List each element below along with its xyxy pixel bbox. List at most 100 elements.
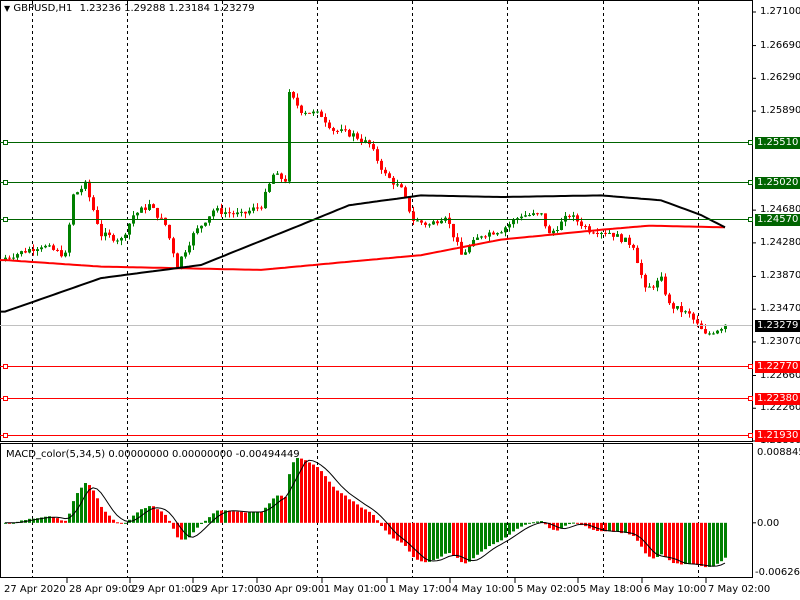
macd-bar (296, 458, 299, 523)
macd-bar (400, 522, 403, 543)
y-tick-label: 1.26290 (760, 72, 800, 84)
bear-candle (640, 263, 643, 275)
macd-bar (108, 515, 111, 523)
macd-bar (100, 506, 103, 523)
x-tick-label: 29 Apr 01:00 (132, 584, 198, 595)
bull-candle (540, 213, 543, 215)
bull-candle (600, 232, 603, 235)
macd-bar (416, 522, 419, 560)
macd-bar (360, 507, 363, 523)
macd-bar (656, 522, 659, 557)
bull-candle (44, 245, 47, 248)
bull-candle (648, 286, 651, 288)
macd-bar (608, 522, 611, 532)
bear-candle (696, 319, 699, 324)
bear-candle (96, 210, 99, 224)
macd-bar (368, 511, 371, 523)
bull-candle (512, 219, 515, 225)
bear-candle (88, 181, 91, 198)
macd-bar (272, 498, 275, 523)
bull-candle (440, 220, 443, 224)
bull-candle (364, 140, 367, 142)
bull-candle (268, 183, 271, 192)
bear-candle (620, 234, 623, 242)
bull-candle (288, 92, 291, 182)
bear-candle (292, 92, 295, 98)
bull-candle (40, 247, 43, 250)
macd-bar (708, 522, 711, 567)
macd-bar (52, 517, 55, 523)
bear-candle (112, 235, 115, 241)
bull-candle (200, 225, 203, 229)
macd-bar (60, 520, 63, 523)
macd-bar (332, 486, 335, 523)
macd-bar (320, 471, 323, 523)
line-anchor-handle (748, 140, 753, 145)
bear-candle (152, 204, 155, 208)
bull-candle (188, 245, 191, 253)
macd-bar (160, 511, 163, 523)
bear-candle (160, 217, 163, 219)
bear-candle (604, 232, 607, 234)
line-anchor-handle (748, 217, 753, 222)
macd-bar (112, 519, 115, 523)
bear-candle (636, 247, 639, 264)
y-tick-label: 1.24280 (760, 236, 800, 248)
bear-candle (60, 250, 63, 257)
ohlc-values: 1.23236 1.29288 1.23184 1.23279 (79, 3, 255, 14)
bull-candle (616, 234, 619, 237)
bear-candle (680, 306, 683, 313)
macd-bar (248, 512, 251, 523)
collapse-arrow-icon[interactable]: ▼ (4, 4, 10, 13)
macd-bar (424, 522, 427, 563)
bull-candle (192, 233, 195, 246)
macd-bar (636, 522, 639, 541)
current-price-tag: 1.23279 (755, 319, 800, 332)
bear-candle (108, 232, 111, 236)
bear-candle (580, 221, 583, 227)
macd-bar (500, 522, 503, 541)
bull-candle (496, 233, 499, 235)
macd-bar (164, 514, 167, 523)
macd-bar (328, 481, 331, 523)
bear-candle (448, 217, 451, 224)
bear-candle (400, 184, 403, 188)
bear-candle (56, 249, 59, 251)
macd-bar (432, 522, 435, 561)
macd-bar (672, 522, 675, 564)
bull-candle (72, 194, 75, 225)
bear-candle (692, 313, 695, 320)
bull-candle (116, 240, 119, 242)
bear-candle (244, 211, 247, 214)
bull-candle (80, 188, 83, 193)
bear-candle (164, 217, 167, 225)
macd-bar (568, 522, 571, 525)
y-tick-label: 1.25890 (760, 105, 800, 117)
bull-candle (508, 224, 511, 228)
macd-bar (356, 504, 359, 523)
macd-bar (468, 522, 471, 562)
macd-bar (172, 522, 175, 529)
ma-fast-line (0, 194, 726, 313)
bear-candle (280, 173, 283, 179)
bear-candle (612, 232, 615, 237)
macd-bar (596, 522, 599, 531)
macd-bar (396, 522, 399, 541)
macd-bar (412, 522, 415, 558)
bear-candle (392, 177, 395, 185)
macd-bar (492, 522, 495, 545)
chart-header: ▼ GBPUSD,H1 1.23236 1.29288 1.23184 1.23… (4, 3, 255, 15)
macd-bar (156, 509, 159, 523)
bear-candle (424, 222, 427, 225)
bear-candle (436, 221, 439, 224)
bear-candle (664, 276, 667, 295)
bear-candle (668, 294, 671, 304)
x-tick-label: 1 May 01:00 (324, 584, 387, 595)
bull-candle (352, 133, 355, 137)
macd-bar (696, 522, 699, 565)
macd-bar (192, 522, 195, 533)
macd-bar (480, 522, 483, 552)
macd-axis-max: 0.0088457 (757, 447, 800, 458)
macd-bar (364, 509, 367, 523)
macd-bar (228, 510, 231, 523)
